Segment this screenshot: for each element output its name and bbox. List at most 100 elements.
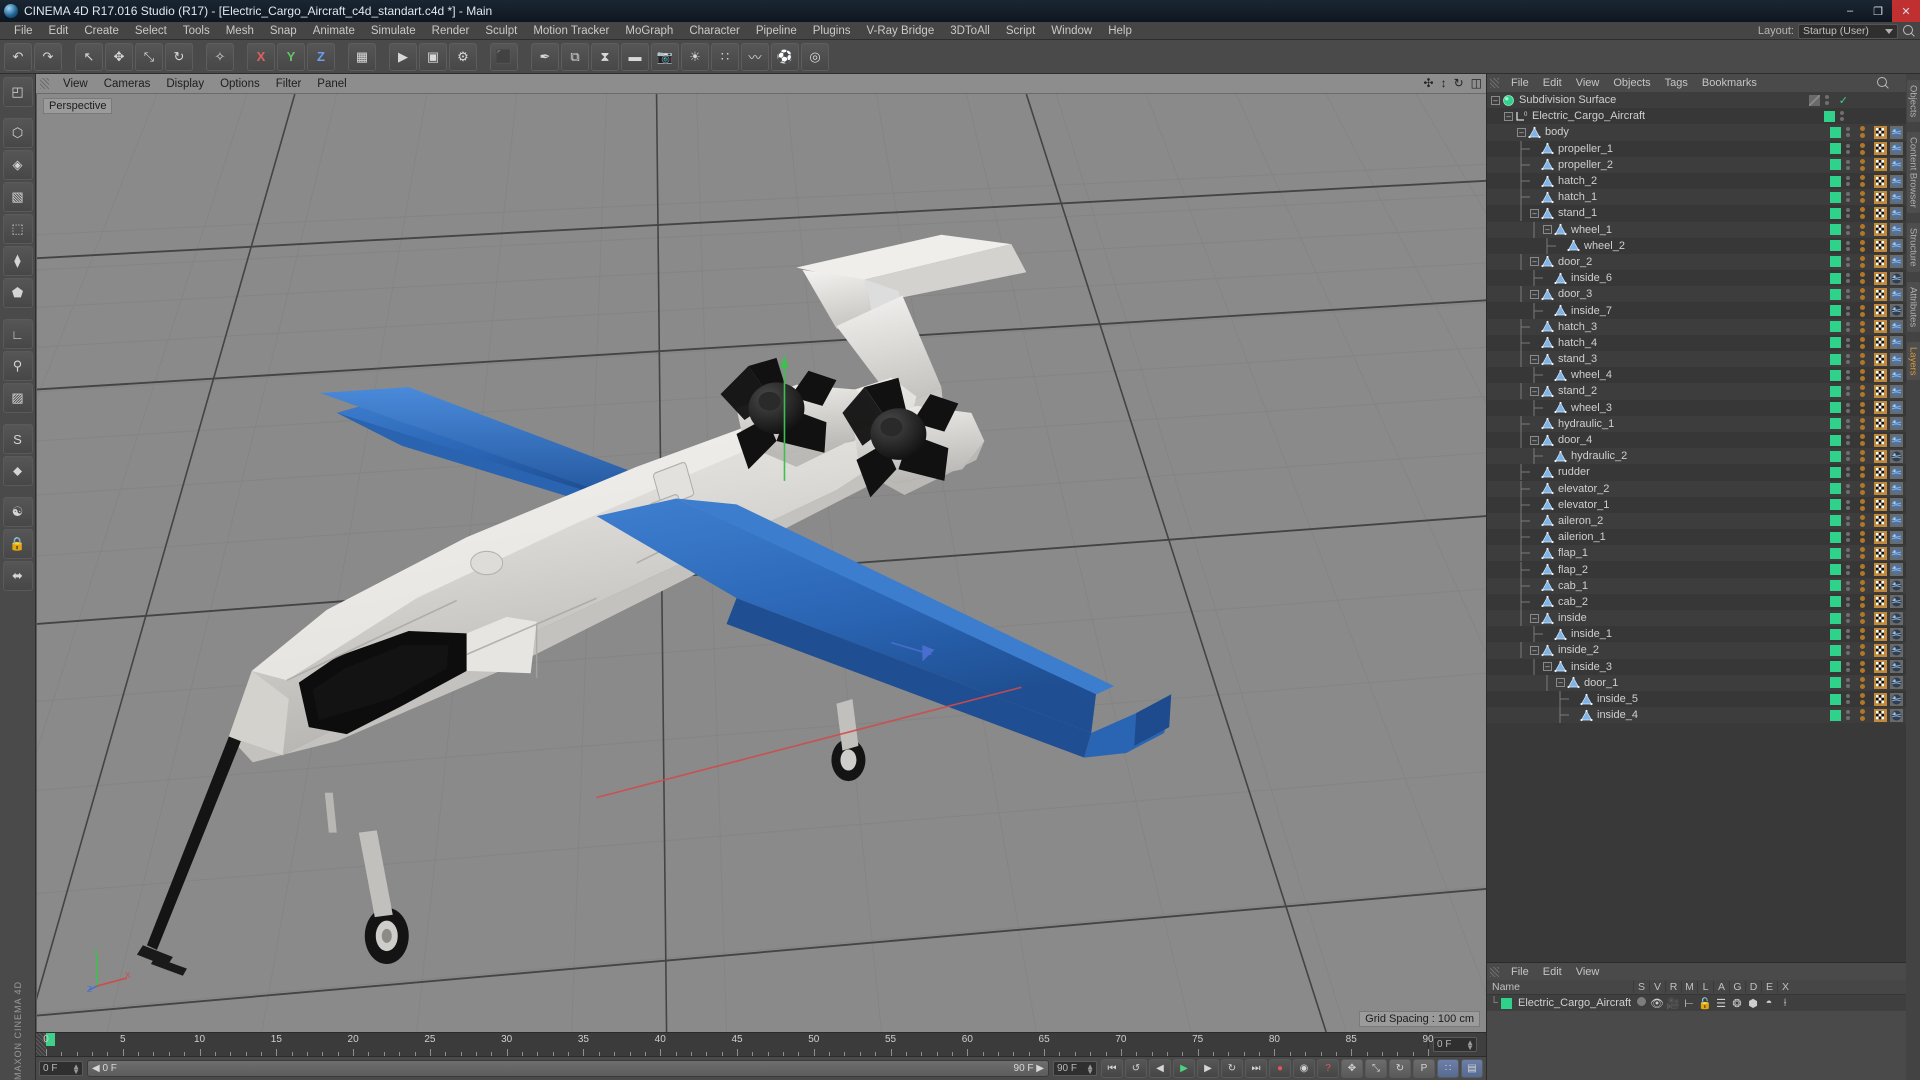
right-side-tabs[interactable]: Objects Content Browser Structure Attribute… [1906,74,1920,1080]
object-row-controls[interactable] [1830,319,1906,335]
enable-toggle[interactable] [1830,628,1841,640]
visibility-toggle-dots[interactable] [1846,467,1853,478]
expressions-icon[interactable]: ◓ [1761,997,1777,1009]
bend-deformer-button[interactable]: ⧗ [591,42,619,71]
play-button[interactable]: ▶ [1173,1059,1195,1078]
visibility-dots-icon[interactable] [1860,644,1868,657]
uvw-tag-icon[interactable] [1874,627,1887,641]
object-tree-row[interactable]: elevator_2 [1487,480,1906,497]
redo-button[interactable]: ↷ [34,42,62,71]
object-tree-row[interactable]: hatch_3 [1487,318,1906,335]
enable-toggle[interactable] [1830,483,1841,495]
object-row-controls[interactable] [1830,157,1906,173]
enable-toggle[interactable] [1830,499,1841,511]
visibility-toggle-dots[interactable] [1846,337,1853,348]
visibility-toggle-dots[interactable] [1846,305,1853,316]
move-button[interactable]: ✥ [105,42,133,71]
visibility-dots-icon[interactable] [1860,595,1868,608]
zoom-icon[interactable]: ↕ [1441,76,1447,90]
texture-tag-icon[interactable] [1890,239,1903,253]
visibility-toggle-dots[interactable] [1846,386,1853,397]
texture-tag-icon[interactable] [1890,595,1903,609]
enable-toggle[interactable] [1830,191,1841,203]
object-row-controls[interactable] [1830,642,1906,658]
texture-tag-icon[interactable] [1890,417,1903,431]
menu-item-file[interactable]: File [6,22,41,40]
left-tool-buttons[interactable]: ◰ ⬡ ◈ ▧ ⬚ ⧫ ⬟ ∟ ⚲ ▨ S ⬥ ☯ 🔒 ⬌ [2,77,33,591]
texture-tag-icon[interactable] [1890,158,1903,172]
object-tree-row[interactable]: hatch_4 [1487,334,1906,351]
visibility-toggle-dots[interactable] [1846,677,1853,688]
visibility-dots-icon[interactable] [1860,288,1868,301]
rotation-key-button[interactable]: ↻ [1389,1059,1411,1078]
menu-item-help[interactable]: Help [1100,22,1140,40]
enable-toggle[interactable] [1830,305,1841,317]
visibility-toggle-dots[interactable] [1846,613,1853,624]
object-tree-row[interactable]: wheel_4 [1487,367,1906,384]
enable-toggle[interactable] [1830,644,1841,656]
preview-range-slider[interactable]: ◀ 0 F 90 F ▶ [87,1060,1049,1077]
visibility-dots-icon[interactable] [1860,612,1868,625]
object-tree-row[interactable]: – inside_2 [1487,642,1906,659]
expander-collapse-icon[interactable]: – [1530,289,1539,299]
visibility-dots-icon[interactable] [1860,320,1868,333]
uvw-tag-icon[interactable] [1874,255,1887,269]
object-tree-row[interactable]: flap_1 [1487,545,1906,562]
light-button[interactable]: ☀ [681,42,709,71]
uvw-tag-icon[interactable] [1874,206,1887,220]
visibility-toggle-dots[interactable] [1846,580,1853,591]
uvw-tag-icon[interactable] [1874,271,1887,285]
object-tree-row[interactable]: inside_1 [1487,626,1906,643]
rotate-icon[interactable]: ↻ [1454,76,1464,90]
xref-icon[interactable]: ⟊ [1777,997,1793,1010]
expander-collapse-icon[interactable]: – [1530,386,1539,396]
layout-selector-group[interactable]: Layout: Startup (User) [1758,22,1916,40]
expander-collapse-icon[interactable]: – [1530,257,1539,267]
expander-collapse-icon[interactable]: – [1530,645,1539,655]
visibility-toggle-dots[interactable] [1846,694,1853,705]
texture-tag-icon[interactable] [1890,287,1903,301]
uvw-tag-icon[interactable] [1874,563,1887,577]
stepper-icon[interactable]: ▲ ▼ [1466,1039,1474,1052]
uvw-tag-icon[interactable] [1874,611,1887,625]
visibility-toggle-dots[interactable] [1846,564,1853,575]
object-row-controls[interactable] [1830,351,1906,367]
visibility-toggle-dots[interactable] [1846,143,1853,154]
texture-tag-icon[interactable] [1890,660,1903,674]
texture-tag-icon[interactable] [1890,190,1903,204]
power-slider-bar[interactable]: 0 F ▲ ▼ ◀ 0 F 90 F ▶ 90 F ▲ ▼ ⏮ ↺ ◀ ▶ ▶ ↻ ⏭ ● ◉? ✥ ⤡… [36,1056,1486,1080]
visibility-toggle-dots[interactable] [1846,354,1853,365]
object-tree-row[interactable]: – door_3 [1487,286,1906,303]
object-tree-row[interactable]: propeller_1 [1487,140,1906,157]
visibility-toggle-dots[interactable] [1846,499,1853,510]
object-tree-row[interactable]: – inside_3 [1487,658,1906,675]
cube-primitive-button[interactable]: ⬛ [490,42,518,71]
check-icon[interactable]: ✓ [1839,94,1848,107]
mograph-button[interactable]: ∷ [711,42,739,71]
visibility-toggle-dots[interactable] [1846,289,1853,300]
object-row-controls[interactable] [1830,302,1906,318]
texture-tag-icon[interactable] [1890,514,1903,528]
object-tree-row[interactable]: hydraulic_2 [1487,448,1906,465]
render-settings-button[interactable]: ⚙ [449,42,477,71]
uvw-tag-icon[interactable] [1874,336,1887,350]
uvw-tag-icon[interactable] [1874,692,1887,706]
dynamics-button[interactable]: ⚽ [771,42,799,71]
layer-row[interactable]: └ Electric_Cargo_Aircraft 👁 🎥 ⊢ 🔓 ☰ ❂ ⬢ ◓ ⟊ [1487,995,1906,1011]
visibility-dots-icon[interactable] [1860,369,1868,382]
object-manager-menu-bar[interactable]: File Edit View Objects Tags Bookmarks [1487,74,1906,92]
close-button[interactable]: ✕ [1892,0,1920,22]
world-object-coordinate-button[interactable]: ▦ [348,42,376,71]
texture-tag-icon[interactable] [1890,449,1903,463]
texture-tag-icon[interactable] [1890,433,1903,447]
uvw-tag-icon[interactable] [1874,449,1887,463]
visibility-toggle-dots[interactable] [1846,402,1853,413]
object-row-controls[interactable] [1830,205,1906,221]
visibility-toggle-dots[interactable] [1840,111,1847,122]
object-row-controls[interactable] [1830,529,1906,545]
object-tree-row[interactable]: hydraulic_1 [1487,415,1906,432]
enable-toggle[interactable] [1830,547,1841,559]
stepper-icon[interactable]: ▲ ▼ [1086,1063,1094,1076]
visibility-dots-icon[interactable] [1860,466,1868,479]
layer-manager-menu-view[interactable]: View [1569,966,1607,978]
